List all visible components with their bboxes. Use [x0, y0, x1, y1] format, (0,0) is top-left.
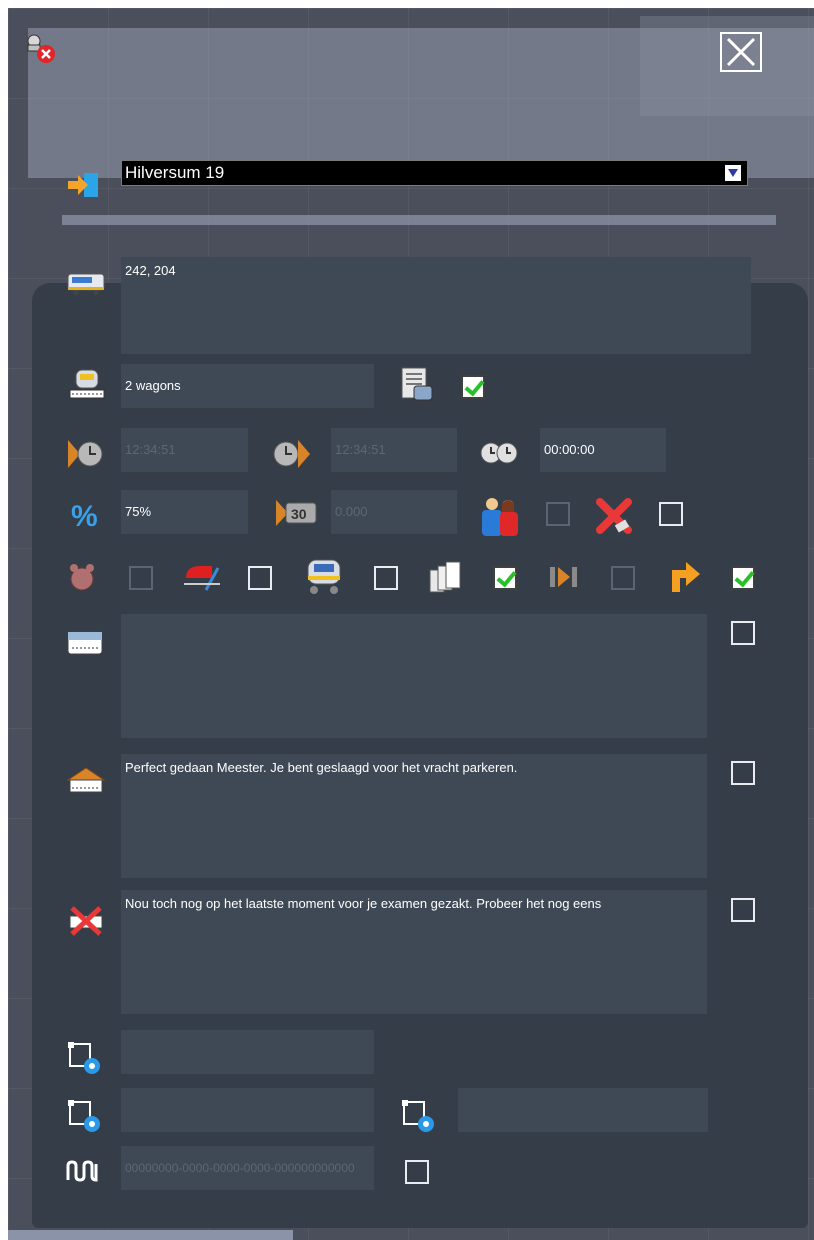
signal-guid-field[interactable]: 00000000-0000-0000-0000-000000000000 [121, 1146, 374, 1190]
skip-icon [546, 562, 582, 592]
fail-sign-icon [66, 902, 106, 938]
load-percent-field[interactable]: 75% [121, 490, 248, 534]
horizontal-scrollbar[interactable] [8, 1230, 293, 1240]
close-button[interactable] [720, 32, 762, 72]
cancel-red-x-icon [594, 496, 634, 536]
train-ids-field[interactable]: 242, 204 [121, 257, 751, 354]
speed-value-field[interactable]: 0.000 [331, 490, 457, 534]
script-settings-icon [400, 1098, 440, 1136]
cancel-checkbox[interactable] [659, 502, 683, 526]
close-icon [726, 37, 756, 67]
percent-icon: % [68, 498, 102, 534]
train-wash-icon [302, 556, 346, 596]
script-settings-icon [66, 1040, 106, 1078]
enter-arrow-icon [66, 170, 102, 200]
coupling-checkbox[interactable] [248, 566, 272, 590]
station-dropdown[interactable]: Hilversum 19 [121, 160, 748, 186]
duration-field[interactable]: 00:00:00 [540, 428, 666, 472]
locomotive-icon [68, 368, 108, 402]
success-station-icon [66, 766, 106, 798]
script-field-3[interactable] [458, 1088, 708, 1132]
fail-message-checkbox[interactable] [731, 898, 755, 922]
passengers-icon [478, 494, 522, 538]
departure-time-field[interactable]: 12:34:51 [331, 428, 457, 472]
wagons-field[interactable]: 2 wagons [121, 364, 374, 408]
script-field-1[interactable] [121, 1030, 374, 1074]
success-message-field[interactable]: Perfect gedaan Meester. Je bent geslaagd… [121, 754, 707, 878]
departure-clock-icon [272, 436, 312, 472]
chevron-down-icon[interactable] [725, 165, 741, 181]
alarm-clock-icon [66, 562, 98, 594]
exit-checkbox[interactable] [731, 566, 755, 590]
train-wash-checkbox[interactable] [374, 566, 398, 590]
arrival-time-field[interactable]: 12:34:51 [121, 428, 248, 472]
remove-driver-icon[interactable] [22, 32, 58, 66]
exit-arrow-icon [666, 556, 706, 596]
wagons-checkbox[interactable] [461, 375, 485, 399]
skip-checkbox[interactable] [611, 566, 635, 590]
arrival-clock-icon [66, 436, 106, 472]
start-message-field[interactable] [121, 614, 707, 738]
coupling-icon [182, 558, 222, 594]
train-schedule-icon[interactable] [398, 366, 434, 404]
speed-limit-icon: 30 [274, 498, 318, 528]
header-divider [62, 215, 776, 225]
duration-clocks-icon [478, 440, 522, 466]
documents-icon [426, 558, 466, 596]
signal-wave-icon [66, 1156, 102, 1186]
start-message-checkbox[interactable] [731, 621, 755, 645]
fail-message-field[interactable]: Nou toch nog op het laatste moment voor … [121, 890, 707, 1014]
script-settings-icon [66, 1098, 106, 1136]
script-field-2[interactable] [121, 1088, 374, 1132]
svg-text:30: 30 [291, 506, 307, 522]
train-icon [66, 270, 106, 298]
success-message-checkbox[interactable] [731, 761, 755, 785]
passengers-checkbox[interactable] [546, 502, 570, 526]
station-dropdown-value: Hilversum 19 [125, 163, 225, 182]
svg-text:%: % [71, 500, 98, 533]
start-sign-icon [66, 628, 106, 660]
alarm-checkbox[interactable] [129, 566, 153, 590]
documents-checkbox[interactable] [493, 566, 517, 590]
signal-checkbox[interactable] [405, 1160, 429, 1184]
